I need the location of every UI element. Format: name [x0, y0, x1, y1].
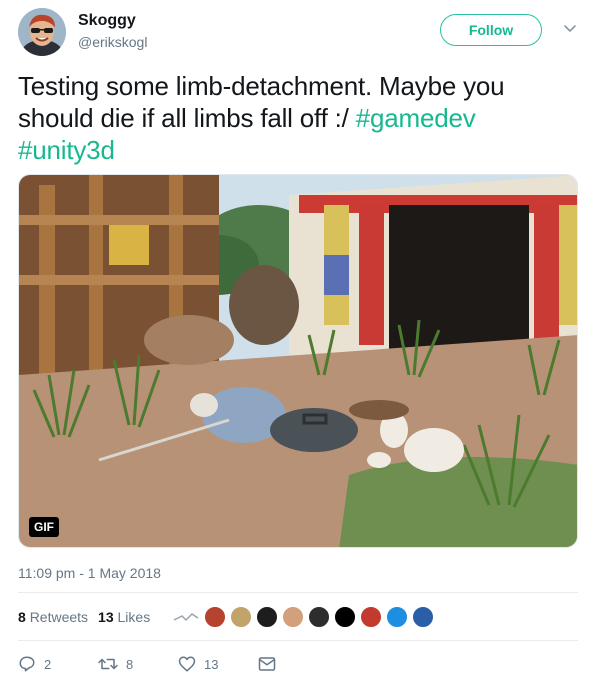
tweet-actions: 2 8 13 [18, 652, 578, 676]
retweets-stat[interactable]: 8 Retweets [18, 609, 88, 625]
tweet-header: Skoggy @erikskogl Follow [18, 8, 578, 56]
liker-avatar[interactable] [360, 606, 383, 628]
liker-avatar[interactable] [230, 606, 253, 628]
liker-avatar[interactable] [282, 606, 305, 628]
gif-badge: GIF [29, 517, 59, 537]
author-handle[interactable]: @erikskogl [78, 34, 147, 50]
retweets-count: 8 [18, 609, 26, 625]
liker-avatar[interactable] [172, 606, 201, 628]
tweet-timestamp[interactable]: 11:09 pm - 1 May 2018 [18, 565, 161, 581]
likes-stat[interactable]: 13 Likes [98, 609, 150, 625]
likers-avatars [172, 606, 438, 628]
author-name[interactable]: Skoggy [78, 12, 136, 30]
follow-button[interactable]: Follow [440, 14, 542, 46]
reply-icon [19, 656, 35, 672]
liker-avatar[interactable] [334, 606, 357, 628]
likes-label: Likes [117, 609, 151, 625]
retweets-label: Retweets [29, 609, 89, 625]
liker-avatar[interactable] [256, 606, 279, 628]
reply-button[interactable]: 2 [18, 655, 98, 673]
heart-icon [178, 656, 196, 672]
hashtag-gamedev[interactable]: #gamedev [356, 103, 476, 133]
likes-count: 13 [98, 609, 114, 625]
chevron-down-icon[interactable] [563, 22, 577, 36]
like-count: 13 [204, 656, 219, 672]
like-button[interactable]: 13 [178, 655, 258, 673]
tweet-text: Testing some limb-detachment. Maybe you … [18, 70, 578, 166]
liker-avatar[interactable] [386, 606, 409, 628]
author-avatar[interactable] [18, 8, 66, 56]
direct-message-icon [258, 657, 276, 671]
retweet-button[interactable]: 8 [98, 655, 178, 673]
direct-message-button[interactable] [258, 656, 284, 672]
engagement-stats: 8 Retweets 13 Likes [18, 600, 578, 634]
divider [18, 640, 578, 641]
game-scene-image [19, 175, 577, 547]
reply-count: 2 [44, 656, 52, 672]
divider [18, 592, 578, 593]
gif-media[interactable]: GIF [18, 174, 578, 548]
hashtag-unity3d[interactable]: #unity3d [18, 135, 115, 165]
liker-avatar[interactable] [308, 606, 331, 628]
liker-avatar[interactable] [412, 606, 435, 628]
retweet-count: 8 [126, 656, 134, 672]
retweet-icon [98, 658, 118, 670]
liker-avatar[interactable] [204, 606, 227, 628]
